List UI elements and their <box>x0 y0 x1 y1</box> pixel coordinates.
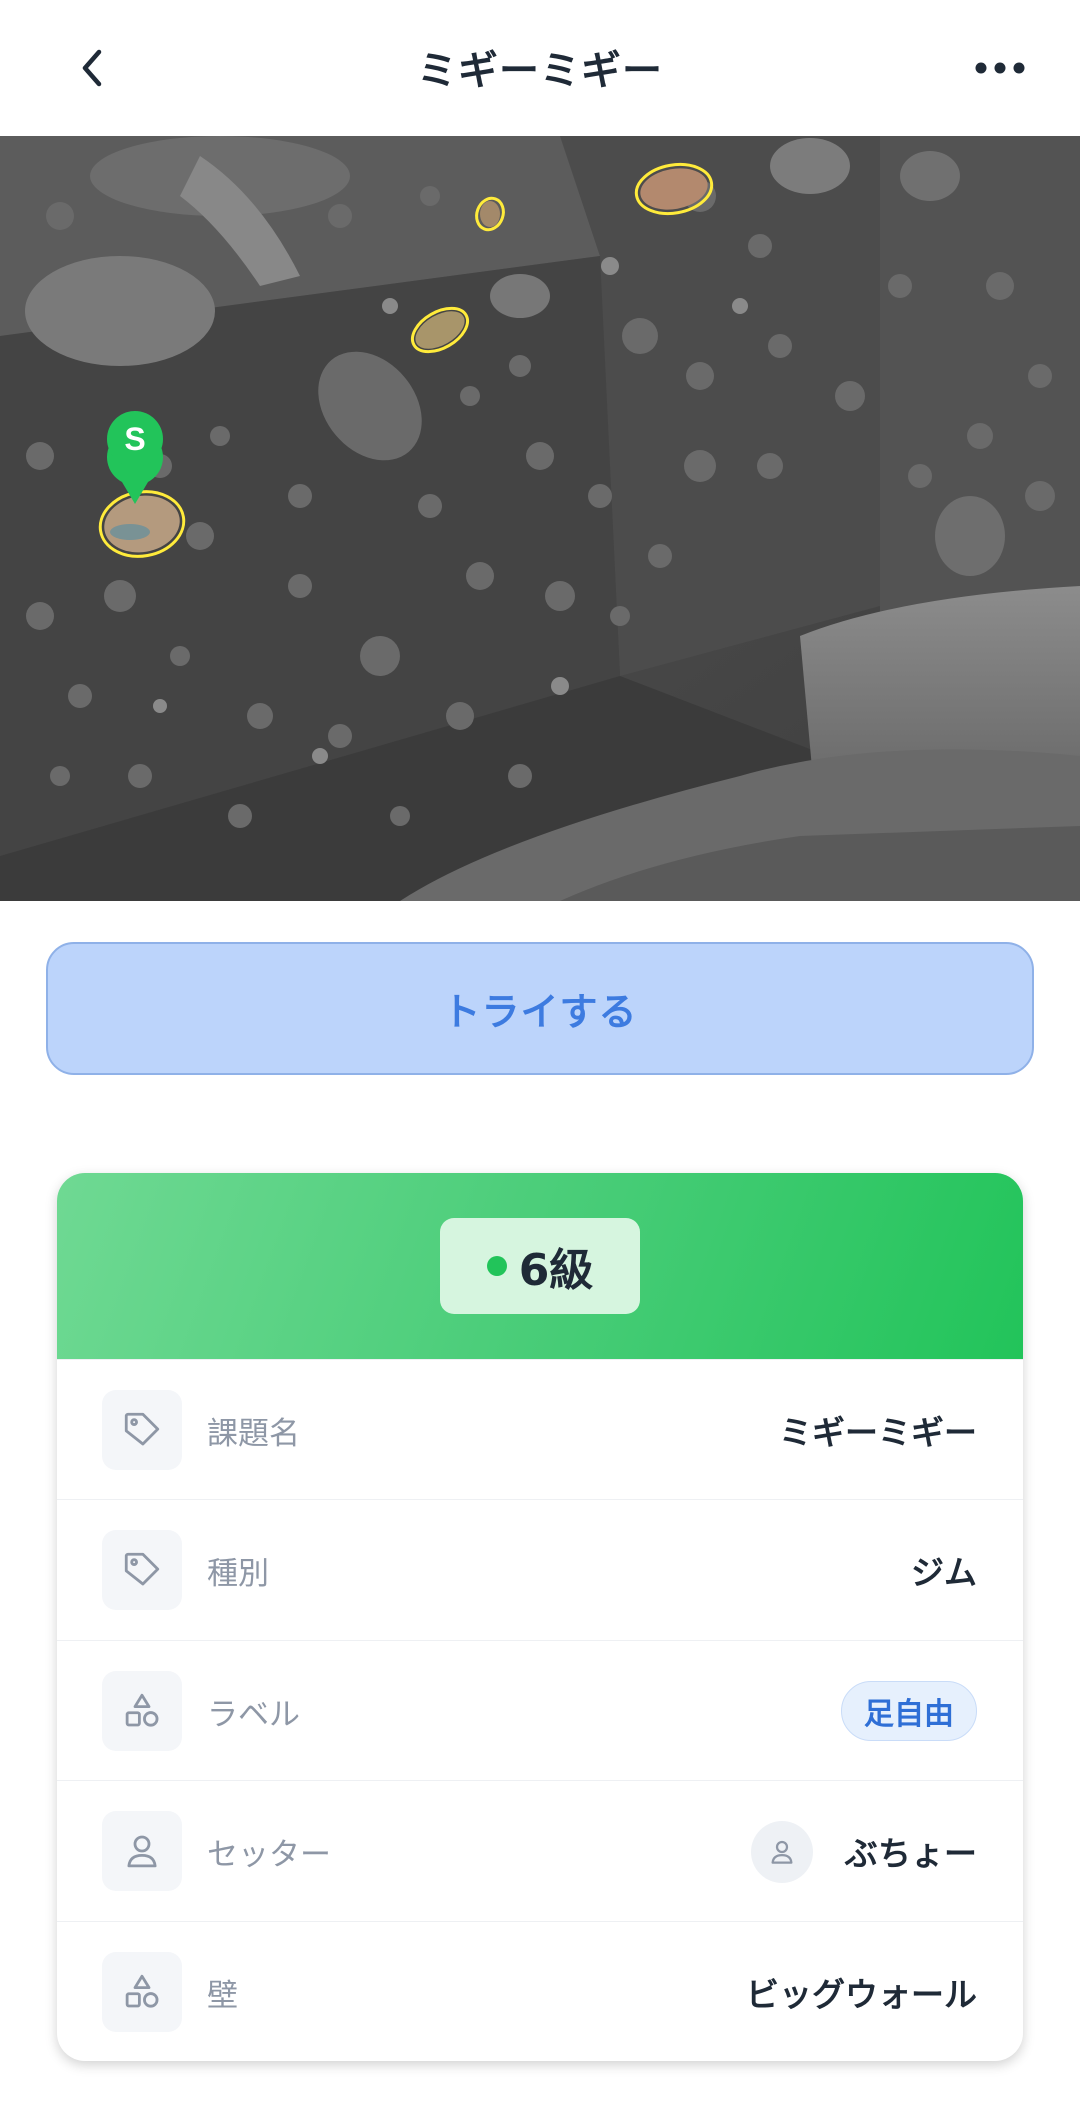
grade-color-dot <box>486 1256 507 1276</box>
detail-row-route-name: 課題名 ミギーミギー <box>57 1359 1023 1499</box>
user-icon <box>102 1811 182 1892</box>
more-horizontal-icon <box>975 62 1025 74</box>
shapes-icon <box>102 1951 182 2032</box>
tag-icon <box>102 1530 182 1611</box>
detail-label: 壁 <box>207 1977 238 2014</box>
app-header: ミギーミギー <box>0 0 1080 136</box>
svg-text:S: S <box>124 421 145 457</box>
grade-header: 6級 <box>57 1173 1023 1359</box>
setter-avatar[interactable] <box>751 1821 813 1884</box>
detail-value: ビッグウォール <box>746 1974 977 2014</box>
detail-row-label: ラベル 足自由 <box>57 1639 1023 1780</box>
detail-label: セッター <box>207 1837 331 1874</box>
label-tag-badge[interactable]: 足自由 <box>841 1680 977 1741</box>
detail-label: 課題名 <box>207 1416 300 1452</box>
detail-value: ミギーミギー <box>779 1413 977 1452</box>
detail-row-type: 種別 ジム <box>57 1499 1023 1639</box>
tag-icon <box>102 1390 182 1470</box>
detail-label: ラベル <box>207 1696 300 1733</box>
detail-value: ジム <box>911 1553 977 1593</box>
route-detail-card: 6級 課題名 ミギーミギー 種別 ジム ラベル 足自由 セッター ぶちょー 壁 … <box>57 1173 1023 2061</box>
detail-row-setter: セッター ぶちょー <box>57 1780 1023 1920</box>
page-title: ミギーミギー <box>417 48 663 94</box>
shapes-icon <box>102 1670 182 1751</box>
chevron-left-icon <box>82 49 102 87</box>
detail-row-wall: 壁 ビッグウォール <box>57 1920 1023 2061</box>
setter-name[interactable]: ぶちょー <box>845 1827 977 1875</box>
user-icon <box>771 1841 793 1864</box>
grade-badge: 6級 <box>440 1218 640 1314</box>
detail-label: 種別 <box>207 1556 269 1593</box>
more-options-button[interactable] <box>968 40 1032 96</box>
back-button[interactable] <box>64 40 120 96</box>
route-photo[interactable]: S <box>0 136 1080 901</box>
try-button[interactable]: トライする <box>46 942 1034 1075</box>
grade-label: 6級 <box>518 1245 594 1296</box>
